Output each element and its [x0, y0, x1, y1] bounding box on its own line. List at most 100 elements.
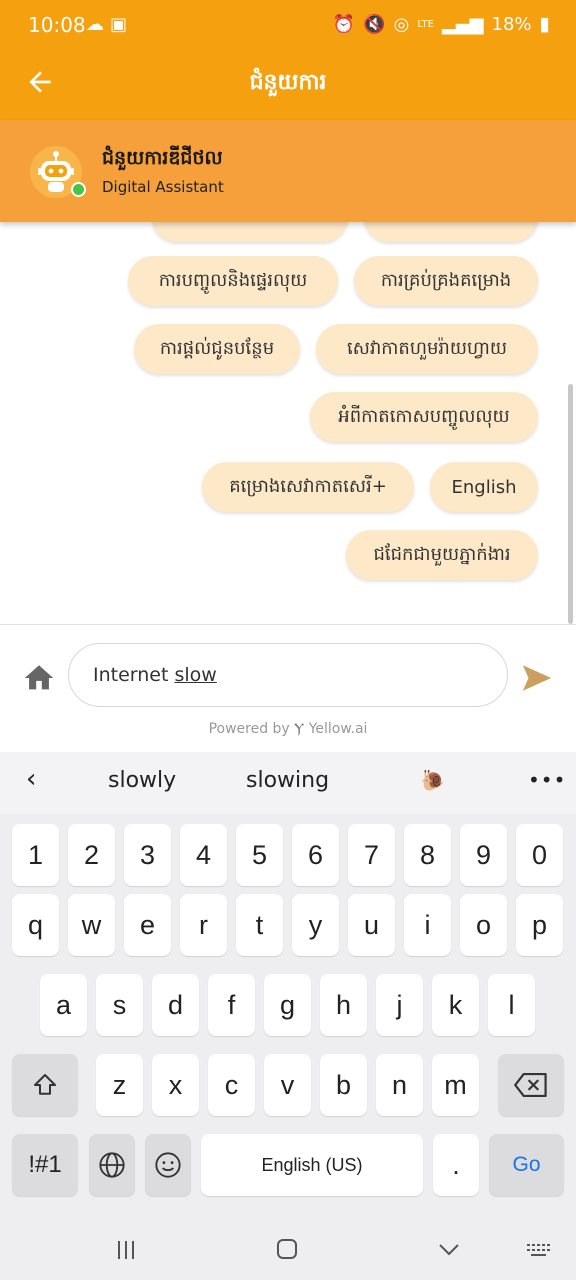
bot-subtitle: Digital Assistant [102, 178, 224, 196]
online-status-dot [71, 182, 86, 197]
quick-reply-chip-partial[interactable] [364, 222, 538, 242]
go-key[interactable]: Go [489, 1134, 564, 1196]
smiley-icon [155, 1152, 181, 1178]
number-key[interactable]: 0 [516, 824, 563, 886]
number-key[interactable]: 8 [404, 824, 451, 886]
number-key[interactable]: 4 [180, 824, 227, 886]
letter-key[interactable]: q [12, 894, 59, 956]
number-key[interactable]: 9 [460, 824, 507, 886]
letter-key[interactable]: n [376, 1054, 423, 1116]
letter-key[interactable]: s [96, 974, 143, 1036]
alarm-icon: ⏰ [332, 13, 356, 35]
image-icon: ▣ [110, 14, 134, 35]
letter-key[interactable]: w [68, 894, 115, 956]
recent-apps-icon[interactable] [114, 1238, 138, 1262]
suggestion-2[interactable]: slowing [246, 768, 329, 793]
backspace-key[interactable] [498, 1054, 564, 1116]
powered-by: Powered by Ⲩ Yellow.ai [0, 721, 576, 737]
letter-key[interactable]: o [460, 894, 507, 956]
signal-icon: ▂▄▆ [441, 13, 484, 35]
mute-icon: 🔇 [363, 13, 386, 35]
letter-key[interactable]: c [208, 1054, 255, 1116]
page-title: ជំនួយការ [249, 70, 327, 95]
letter-key[interactable]: x [152, 1054, 199, 1116]
keyboard-toggle-icon[interactable] [526, 1238, 552, 1262]
bot-name: ជំនួយការឌីជីថល [102, 147, 223, 169]
globe-icon [99, 1152, 125, 1178]
cloud-icon: ☁ [86, 14, 110, 35]
status-right-icons: ⏰ 🔇 ◎ LTE ▂▄▆ 18% ▮ [333, 13, 550, 35]
letter-key[interactable]: y [292, 894, 339, 956]
input-area: Internet slow Powered by Ⲩ Yellow.ai [0, 624, 576, 753]
number-key[interactable]: 2 [68, 824, 115, 886]
input-word: Internet [93, 664, 175, 686]
letter-key[interactable]: d [152, 974, 199, 1036]
letter-key[interactable]: v [264, 1054, 311, 1116]
emoji-key[interactable] [145, 1134, 191, 1196]
letter-key[interactable]: b [320, 1054, 367, 1116]
send-icon[interactable] [520, 661, 554, 695]
message-input-text[interactable]: Internet slow [93, 664, 217, 686]
letter-key[interactable]: a [40, 974, 87, 1036]
shift-icon [34, 1074, 56, 1095]
letter-key[interactable]: h [320, 974, 367, 1036]
letter-key[interactable]: f [208, 974, 255, 1036]
home-icon[interactable] [22, 661, 56, 695]
home-button-icon[interactable] [275, 1237, 299, 1261]
lte-label: LTE [417, 18, 434, 30]
message-input[interactable]: Internet slow [68, 643, 508, 707]
letter-key[interactable]: l [488, 974, 535, 1036]
number-key[interactable]: 1 [12, 824, 59, 886]
collapse-suggestions-icon[interactable]: ‹ [26, 764, 36, 794]
quick-reply-chip-partial[interactable] [152, 222, 348, 242]
status-bar: 10:08 ☁▣ ⏰ 🔇 ◎ LTE ▂▄▆ 18% ▮ [0, 0, 576, 52]
number-key[interactable]: 5 [236, 824, 283, 886]
powered-by-prefix: Powered by [208, 721, 290, 737]
quick-reply-chip-english[interactable]: English [430, 462, 538, 512]
chat-scrollbar[interactable] [568, 384, 573, 624]
status-time: 10:08 [28, 13, 86, 37]
keyboard: ‹ slowly slowing 🐌 ••• 1234567890 qwerty… [0, 752, 576, 1220]
letter-key[interactable]: u [348, 894, 395, 956]
period-key[interactable]: . [433, 1134, 479, 1196]
quick-reply-chip[interactable]: ការបញ្ចូលនិងផ្ទេរលុយ [128, 256, 338, 306]
letter-key[interactable]: m [432, 1054, 479, 1116]
backspace-icon [514, 1072, 547, 1098]
number-key[interactable]: 6 [292, 824, 339, 886]
suggestion-bar: ‹ slowly slowing 🐌 ••• [0, 752, 576, 814]
suggestion-1[interactable]: slowly [108, 768, 176, 793]
powered-by-brand: Yellow.ai [308, 721, 368, 737]
app-header: ជំនួយការ [0, 52, 576, 120]
letter-key[interactable]: j [376, 974, 423, 1036]
bot-info-bar: ជំនួយការឌីជីថល Digital Assistant [0, 120, 576, 222]
language-key[interactable] [89, 1134, 135, 1196]
letter-key[interactable]: r [180, 894, 227, 956]
letter-key[interactable]: k [432, 974, 479, 1036]
more-options-icon[interactable]: ••• [528, 768, 566, 792]
navigation-bar [0, 1220, 576, 1280]
quick-reply-chip[interactable]: ការគ្រប់គ្រងគម្រោង [354, 256, 538, 306]
quick-reply-chip[interactable]: ការផ្តល់ជូនបន្ថែម [134, 324, 300, 374]
letter-key[interactable]: g [264, 974, 311, 1036]
space-key[interactable]: English (US) [201, 1134, 423, 1196]
status-notification-icons: ☁▣ [86, 14, 133, 35]
quick-reply-chip[interactable]: អំពីកាតកោសបញ្ចូលលុយ [310, 392, 538, 442]
shift-key[interactable] [12, 1054, 78, 1116]
hotspot-icon: ◎ [393, 13, 410, 35]
number-key[interactable]: 3 [124, 824, 171, 886]
quick-reply-chip[interactable]: សេវាកាតហួមរ៉ាយហ្វាយ [316, 324, 538, 374]
chat-area[interactable]: ការបញ្ចូលនិងផ្ទេរលុយ ការគ្រប់គ្រងគម្រោង … [0, 222, 576, 624]
letter-key[interactable]: t [236, 894, 283, 956]
battery-icon: ▮ [539, 13, 550, 35]
suggestion-3-emoji[interactable]: 🐌 [420, 768, 445, 792]
letter-key[interactable]: z [96, 1054, 143, 1116]
letter-key[interactable]: e [124, 894, 171, 956]
yellow-ai-logo-icon: Ⲩ [294, 721, 305, 737]
back-chevron-icon[interactable] [437, 1238, 461, 1262]
quick-reply-chip-agent[interactable]: ជជែកជាមួយភ្នាក់ងារ [346, 530, 538, 580]
number-key[interactable]: 7 [348, 824, 395, 886]
letter-key[interactable]: p [516, 894, 563, 956]
quick-reply-chip[interactable]: គម្រោងសេវាកាតសេរី+ [202, 462, 414, 512]
letter-key[interactable]: i [404, 894, 451, 956]
symbols-key[interactable]: !#1 [12, 1134, 78, 1196]
